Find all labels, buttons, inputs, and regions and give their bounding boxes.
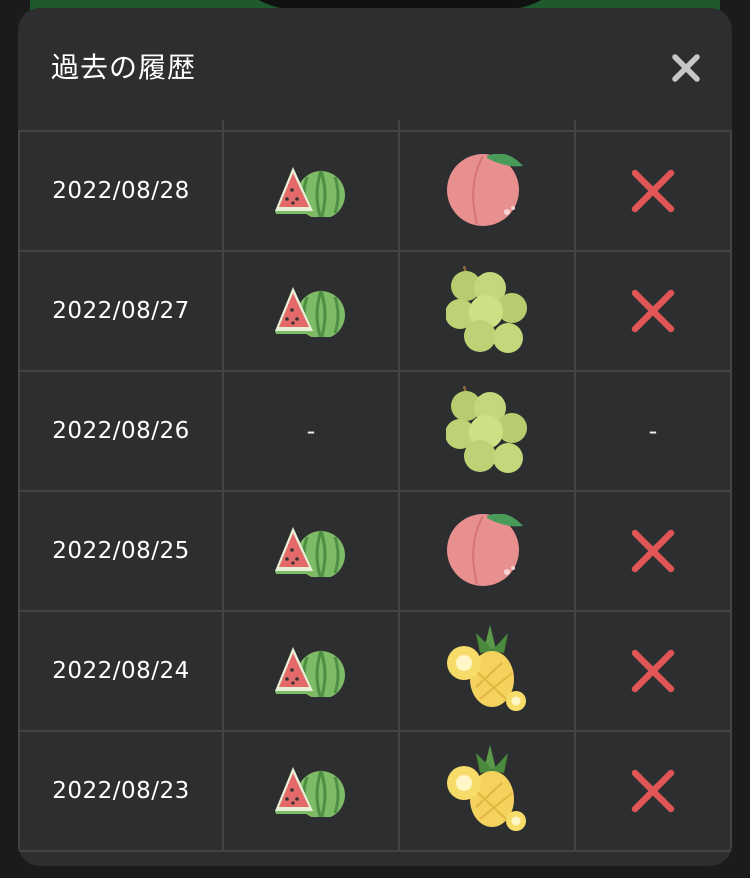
modal-header: 過去の履歴: [18, 8, 732, 120]
result-cell: [574, 250, 732, 372]
table-row: 2022/08/26 - -: [18, 370, 732, 492]
date-cell: 2022/08/23: [18, 730, 224, 852]
table-top-lines: [18, 120, 732, 130]
date-cell: 2022/08/25: [18, 490, 224, 612]
result-cell: [574, 490, 732, 612]
watermelon-icon: [275, 285, 347, 337]
pick-cell: [222, 730, 400, 852]
table-row: 2022/08/25: [18, 490, 732, 612]
grapes-icon: [446, 266, 528, 355]
table-row: 2022/08/27: [18, 250, 732, 372]
close-button[interactable]: [666, 48, 706, 88]
history-modal: 過去の履歴 2022/08/28 2022/08/27 2022/08/26- -20…: [18, 8, 732, 866]
result-cell: -: [574, 370, 732, 492]
peach-icon: [447, 514, 524, 587]
answer-cell: [398, 130, 576, 252]
close-icon: [672, 54, 700, 82]
result-cell: [574, 730, 732, 852]
cross-icon: [631, 649, 675, 693]
watermelon-icon: [275, 765, 347, 817]
date-cell: 2022/08/24: [18, 610, 224, 732]
modal-title: 過去の履歴: [51, 51, 197, 84]
answer-cell: [398, 250, 576, 372]
cross-icon: [631, 289, 675, 333]
table-row: 2022/08/28: [18, 130, 732, 252]
answer-cell: [398, 370, 576, 492]
grapes-icon: [446, 386, 528, 475]
history-table: 2022/08/28 2022/08/27 2022/08/26- -2022/08/…: [18, 130, 732, 852]
cross-icon: [631, 169, 675, 213]
date-cell: 2022/08/27: [18, 250, 224, 372]
date-cell: 2022/08/28: [18, 130, 224, 252]
empty-value: -: [648, 417, 658, 445]
watermelon-icon: [275, 165, 347, 217]
date-cell: 2022/08/26: [18, 370, 224, 492]
watermelon-icon: [275, 645, 347, 697]
table-row: 2022/08/23: [18, 730, 732, 852]
history-table-scroll[interactable]: 2022/08/28 2022/08/27 2022/08/26- -2022/08/…: [18, 120, 732, 866]
answer-cell: [398, 730, 576, 852]
pick-cell: [222, 490, 400, 612]
pick-cell: [222, 250, 400, 372]
cross-icon: [631, 769, 675, 813]
result-cell: [574, 610, 732, 732]
pick-cell: [222, 610, 400, 732]
pick-cell: -: [222, 370, 400, 492]
peach-icon: [447, 154, 524, 227]
pineapple-icon: [446, 625, 527, 712]
empty-value: -: [306, 417, 316, 445]
pick-cell: [222, 130, 400, 252]
answer-cell: [398, 610, 576, 732]
pineapple-icon: [446, 745, 527, 832]
table-row: 2022/08/24: [18, 610, 732, 732]
cross-icon: [631, 529, 675, 573]
result-cell: [574, 130, 732, 252]
watermelon-icon: [275, 525, 347, 577]
answer-cell: [398, 490, 576, 612]
